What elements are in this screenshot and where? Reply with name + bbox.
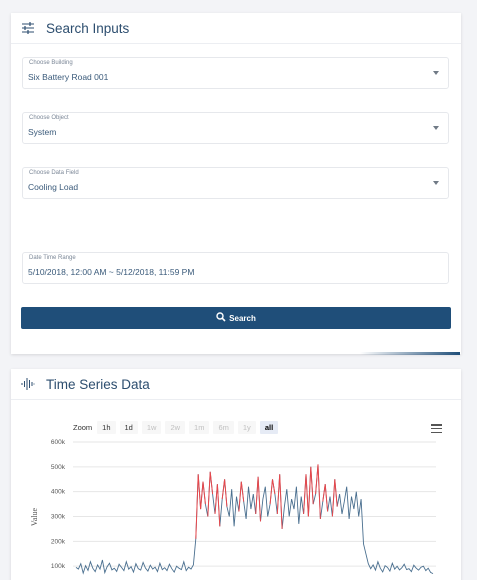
- y-tick-label: 100k: [51, 563, 66, 570]
- y-tick-label: 200k: [51, 538, 66, 545]
- object-select[interactable]: Choose Object System: [22, 112, 449, 144]
- search-inputs-header: Search Inputs: [11, 13, 461, 44]
- date-time-range-label: Date Time Range: [29, 255, 76, 261]
- peak-highlight: [276, 474, 283, 529]
- peak-highlight: [195, 474, 202, 539]
- object-select-label: Choose Object: [29, 115, 69, 121]
- y-axis-label: Value: [30, 507, 39, 526]
- sliders-icon: [21, 21, 35, 35]
- search-button-label: Search: [229, 313, 256, 323]
- peak-highlight: [214, 484, 221, 527]
- y-tick-label: 300k: [51, 514, 66, 521]
- peak-highlight: [238, 481, 245, 512]
- peak-highlight: [331, 479, 338, 517]
- building-select-value: Six Battery Road 001: [28, 72, 109, 82]
- data-field-select-value: Cooling Load: [28, 182, 79, 192]
- time-series-panel: Time Series Data Zoom 1h 1d 1w 2w 1m 6m …: [11, 369, 461, 580]
- search-button[interactable]: Search: [21, 307, 451, 329]
- peak-highlight: [200, 481, 206, 510]
- search-inputs-title: Search Inputs: [46, 20, 130, 36]
- date-time-range-value[interactable]: 5/10/2018, 12:00 AM ~ 5/12/2018, 11:59 P…: [28, 267, 194, 277]
- peak-highlight: [255, 476, 261, 522]
- date-time-range-input[interactable]: Date Time Range 5/10/2018, 12:00 AM ~ 5/…: [22, 252, 449, 284]
- peak-highlight: [303, 474, 309, 517]
- building-select-label: Choose Building: [29, 60, 73, 66]
- peak-highlight: [322, 484, 329, 512]
- y-tick-label: 600k: [51, 439, 66, 446]
- chevron-down-icon[interactable]: [433, 126, 439, 130]
- y-tick-label: 400k: [51, 489, 66, 496]
- chevron-down-icon[interactable]: [433, 181, 439, 185]
- y-tick-label: 500k: [51, 464, 66, 471]
- object-select-value: System: [28, 127, 57, 137]
- data-field-select-label: Choose Data Field: [29, 170, 79, 176]
- peak-highlight: [207, 471, 214, 517]
- data-field-select[interactable]: Choose Data Field Cooling Load: [22, 167, 449, 199]
- series-line: [75, 464, 434, 575]
- search-icon: [216, 312, 226, 324]
- peak-highlight: [221, 479, 228, 507]
- building-select[interactable]: Choose Building Six Battery Road 001: [22, 57, 449, 89]
- chevron-down-icon[interactable]: [433, 71, 439, 75]
- time-series-chart: 100k 200k 300k 400k 500k 600k Value: [30, 439, 436, 575]
- panel-divider: [360, 352, 460, 355]
- search-inputs-panel: Search Inputs Choose Building Six Batter…: [11, 13, 461, 354]
